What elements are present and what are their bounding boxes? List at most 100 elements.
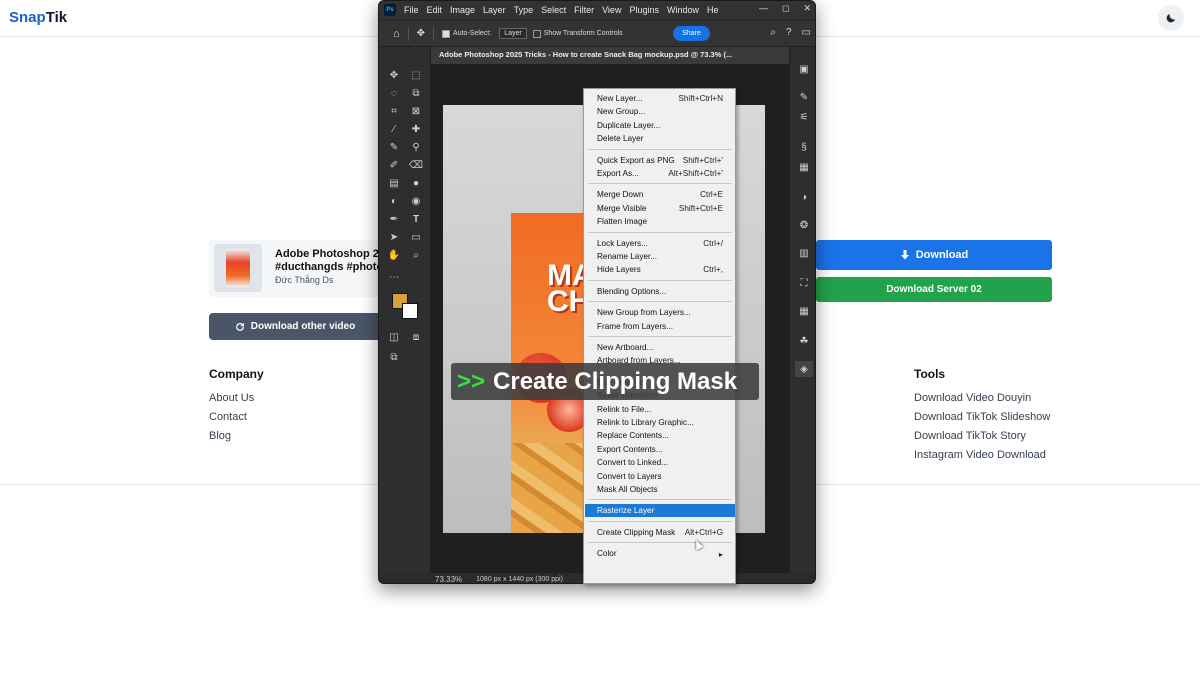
ps-menu-edit[interactable]: Edit bbox=[427, 5, 443, 15]
sponge-icon[interactable]: ◉ bbox=[407, 193, 425, 209]
marquee-icon[interactable]: ⬚ bbox=[407, 67, 425, 83]
menu-item-new-group-from-layers[interactable]: New Group from Layers... bbox=[585, 306, 735, 319]
ps-menu-plugins[interactable]: Plugins bbox=[629, 5, 659, 15]
stamp-icon[interactable]: ⚲ bbox=[407, 139, 425, 155]
share-button[interactable]: Share bbox=[673, 26, 710, 41]
menu-item-delete-layer[interactable]: Delete Layer bbox=[585, 132, 735, 145]
site-logo[interactable]: SnapTik bbox=[9, 9, 67, 26]
ps-menu-image[interactable]: Image bbox=[450, 5, 475, 15]
menu-item-hide-layers[interactable]: Hide Layers Ctrl+, bbox=[585, 263, 735, 276]
lasso-icon[interactable]: ◌ bbox=[385, 85, 403, 101]
panel-adjust-icon[interactable]: ⚟ bbox=[795, 109, 813, 125]
menu-item-replace-contents[interactable]: Replace Contents... bbox=[585, 429, 735, 442]
type-icon[interactable]: T bbox=[407, 211, 425, 227]
search-icon[interactable]: ⌕ bbox=[770, 27, 776, 38]
menu-item-new-layer[interactable]: New Layer... Shift+Ctrl+N bbox=[585, 92, 735, 105]
screen-mode-icon[interactable]: ⧈ bbox=[407, 329, 425, 345]
footer-link-contact[interactable]: Contact bbox=[209, 408, 264, 427]
menu-item-create-clipping-mask[interactable]: Create Clipping Mask Alt+Ctrl+G bbox=[585, 526, 735, 539]
panel-grid-icon[interactable]: ▦ bbox=[795, 303, 813, 319]
menu-item-relink-to-file[interactable]: Relink to File... bbox=[585, 403, 735, 416]
close-icon[interactable]: ✕ bbox=[803, 3, 811, 14]
menu-item-convert-to-linked[interactable]: Convert to Linked... bbox=[585, 456, 735, 469]
brush-icon[interactable]: ✎ bbox=[385, 139, 403, 155]
footer-link-slideshow[interactable]: Download TikTok Slideshow bbox=[914, 408, 1050, 427]
footer-link-about-us[interactable]: About Us bbox=[209, 389, 264, 408]
download-server-02-button[interactable]: Download Server 02 bbox=[816, 277, 1052, 302]
panel-gradient-icon[interactable]: ▥ bbox=[795, 245, 813, 261]
background-color-swatch[interactable] bbox=[402, 303, 418, 319]
ps-menu-window[interactable]: Window bbox=[667, 5, 699, 15]
workspace-icon[interactable]: ▭ bbox=[802, 27, 811, 38]
rectangle-icon[interactable]: ▭ bbox=[407, 229, 425, 245]
restore-icon[interactable]: ◻ bbox=[782, 3, 789, 14]
more-tools-icon[interactable]: ⋯ bbox=[385, 269, 403, 285]
help-icon[interactable]: ? bbox=[786, 27, 792, 38]
transform-controls-checkbox[interactable] bbox=[532, 29, 541, 38]
menu-item-convert-to-layers[interactable]: Convert to Layers bbox=[585, 470, 735, 483]
panel-brush-icon[interactable]: ✎ bbox=[795, 89, 813, 105]
ps-menu-file[interactable]: File bbox=[404, 5, 419, 15]
zoom-icon[interactable]: ⌕ bbox=[407, 247, 425, 263]
ps-menu-view[interactable]: View bbox=[602, 5, 621, 15]
panel-shape-icon[interactable]: ⛶ bbox=[795, 275, 813, 291]
path-select-icon[interactable]: ➤ bbox=[385, 229, 403, 245]
menu-item-merge-visible[interactable]: Merge Visible Shift+Ctrl+E bbox=[585, 202, 735, 215]
ps-menu-layer[interactable]: Layer bbox=[483, 5, 506, 15]
panel-icon-1[interactable]: ▣ bbox=[795, 61, 813, 77]
ps-menu-select[interactable]: Select bbox=[541, 5, 566, 15]
eraser-icon[interactable]: ⌫ bbox=[407, 157, 425, 173]
download-other-video-button[interactable]: Download other video bbox=[209, 313, 381, 340]
healing-brush-icon[interactable]: ✚ bbox=[407, 121, 425, 137]
menu-item-blending-options[interactable]: Blending Options... bbox=[585, 285, 735, 298]
object-select-icon[interactable]: ⧉ bbox=[407, 85, 425, 101]
menu-item-relink-to-library-graphic[interactable]: Relink to Library Graphic... bbox=[585, 416, 735, 429]
ps-document-tab[interactable]: Adobe Photoshop 2025 Tricks - How to cre… bbox=[431, 47, 789, 64]
menu-item-mask-all-objects[interactable]: Mask All Objects bbox=[585, 483, 735, 496]
auto-select-checkbox[interactable] bbox=[442, 29, 451, 38]
menu-item-export-as[interactable]: Export As... Alt+Shift+Ctrl+' bbox=[585, 167, 735, 180]
quick-mask-icon[interactable]: ◫ bbox=[385, 329, 403, 345]
panel-channels-icon[interactable]: ☘ bbox=[795, 333, 813, 349]
blur-icon[interactable]: ● bbox=[407, 175, 425, 191]
panel-swatches-icon[interactable]: ❂ bbox=[795, 217, 813, 233]
eyedropper-icon[interactable]: ⁄ bbox=[385, 121, 403, 137]
download-button[interactable]: Download bbox=[816, 240, 1052, 270]
move-icon[interactable]: ✥ bbox=[385, 67, 403, 83]
menu-item-new-artboard[interactable]: New Artboard... bbox=[585, 341, 735, 354]
menu-item-color[interactable]: Color ▸ bbox=[585, 547, 735, 560]
panel-history-icon[interactable]: ▦ bbox=[795, 159, 813, 175]
menu-item-rename-layer[interactable]: Rename Layer... bbox=[585, 250, 735, 263]
menu-item-frame-from-layers[interactable]: Frame from Layers... bbox=[585, 320, 735, 333]
move-tool-icon[interactable]: ✥ bbox=[417, 28, 425, 39]
ps-menu-type[interactable]: Type bbox=[514, 5, 534, 15]
panel-paths-icon[interactable]: § bbox=[795, 139, 813, 155]
menu-item-rasterize-layer[interactable]: Rasterize Layer bbox=[585, 504, 735, 518]
menu-item-merge-down[interactable]: Merge Down Ctrl+E bbox=[585, 188, 735, 201]
panel-color-icon[interactable]: ◑ bbox=[795, 189, 813, 205]
frame-icon[interactable]: ⊠ bbox=[407, 103, 425, 119]
auto-select-dropdown[interactable]: Layer bbox=[499, 28, 527, 39]
menu-item-quick-export-as-png[interactable]: Quick Export as PNG Shift+Ctrl+' bbox=[585, 154, 735, 167]
menu-item-new-group[interactable]: New Group... bbox=[585, 105, 735, 118]
history-brush-icon[interactable]: ✐ bbox=[385, 157, 403, 173]
dodge-icon[interactable]: ◐ bbox=[385, 193, 403, 209]
minimize-icon[interactable]: — bbox=[759, 3, 768, 14]
footer-link-story[interactable]: Download TikTok Story bbox=[914, 427, 1050, 446]
ps-menu-help[interactable]: He bbox=[707, 5, 719, 15]
ps-menu-filter[interactable]: Filter bbox=[574, 5, 594, 15]
menu-item-duplicate-layer[interactable]: Duplicate Layer... bbox=[585, 119, 735, 132]
gradient-icon[interactable]: ▤ bbox=[385, 175, 403, 191]
menu-item-export-contents[interactable]: Export Contents... bbox=[585, 443, 735, 456]
menu-item-lock-layers[interactable]: Lock Layers... Ctrl+/ bbox=[585, 237, 735, 250]
hand-icon[interactable]: ✋ bbox=[385, 247, 403, 263]
footer-link-instagram[interactable]: Instagram Video Download bbox=[914, 446, 1050, 465]
theme-toggle-button[interactable] bbox=[1158, 5, 1184, 31]
menu-item-flatten-image[interactable]: Flatten Image bbox=[585, 215, 735, 228]
artboard-icon[interactable]: ⧉ bbox=[385, 349, 403, 365]
home-icon[interactable]: ⌂ bbox=[393, 28, 400, 40]
panel-layers-icon[interactable]: ◈ bbox=[795, 361, 813, 377]
pen-icon[interactable]: ✒ bbox=[385, 211, 403, 227]
footer-link-blog[interactable]: Blog bbox=[209, 427, 264, 446]
footer-link-douyin[interactable]: Download Video Douyin bbox=[914, 389, 1050, 408]
